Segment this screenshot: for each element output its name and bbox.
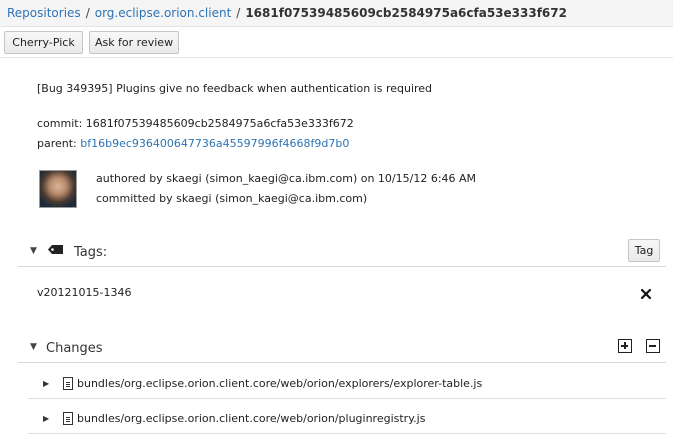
commit-id-row: commit: 1681f07539485609cb2584975a6cfa53…	[37, 117, 354, 130]
tag-icon	[48, 245, 63, 254]
toolbar: Cherry-Pick Ask for review	[0, 27, 673, 58]
commit-id: 1681f07539485609cb2584975a6cfa53e333f672	[85, 117, 354, 130]
file-expand-toggle[interactable]: ▶	[43, 379, 49, 388]
parent-row: parent: bf16b9ec936400647736a45597996f46…	[37, 137, 349, 150]
author-avatar[interactable]	[39, 170, 77, 208]
ask-for-review-button[interactable]: Ask for review	[89, 31, 179, 54]
breadcrumb-repo-link[interactable]: org.eclipse.orion.client	[95, 6, 232, 20]
breadcrumb-separator: /	[236, 6, 241, 20]
tag-button[interactable]: Tag	[628, 239, 660, 262]
file-expand-toggle[interactable]: ▶	[43, 414, 49, 423]
expand-all-icon[interactable]	[618, 339, 632, 353]
tags-title: Tags:	[74, 245, 108, 260]
parent-commit-link[interactable]: bf16b9ec936400647736a45597996f4668f9d7b0	[80, 137, 349, 150]
tags-collapse-toggle[interactable]: ▼	[30, 246, 37, 256]
file-path[interactable]: bundles/org.eclipse.orion.client.core/we…	[77, 412, 425, 425]
file-icon	[63, 377, 73, 390]
breadcrumb-separator: /	[85, 6, 90, 20]
breadcrumb-commit-id: 1681f07539485609cb2584975a6cfa53e333f672	[245, 6, 567, 20]
tag-name: v20121015-1346	[37, 286, 132, 299]
changes-collapse-toggle[interactable]: ▼	[30, 342, 37, 352]
breadcrumb-repositories-link[interactable]: Repositories	[7, 6, 81, 20]
changes-title: Changes	[46, 341, 103, 356]
authored-by: authored by skaegi (simon_kaegi@ca.ibm.c…	[96, 172, 477, 185]
parent-label: parent:	[37, 137, 77, 150]
collapse-all-icon[interactable]	[646, 339, 660, 353]
file-row[interactable]: ▶ bundles/org.eclipse.orion.client.core/…	[28, 371, 666, 399]
commit-label: commit:	[37, 117, 83, 130]
tags-section-header: ▼ Tags: Tag	[18, 237, 666, 267]
file-icon	[63, 412, 73, 425]
changes-section-header: ▼ Changes	[18, 333, 666, 363]
file-path[interactable]: bundles/org.eclipse.orion.client.core/we…	[77, 377, 482, 390]
breadcrumb: Repositories / org.eclipse.orion.client …	[0, 0, 673, 27]
cherry-pick-button[interactable]: Cherry-Pick	[4, 31, 83, 54]
committed-by: committed by skaegi (simon_kaegi@ca.ibm.…	[96, 192, 368, 205]
commit-subject: [Bug 349395] Plugins give no feedback wh…	[37, 82, 433, 95]
close-icon[interactable]	[640, 288, 652, 300]
file-row[interactable]: ▶ bundles/org.eclipse.orion.client.core/…	[28, 406, 666, 434]
